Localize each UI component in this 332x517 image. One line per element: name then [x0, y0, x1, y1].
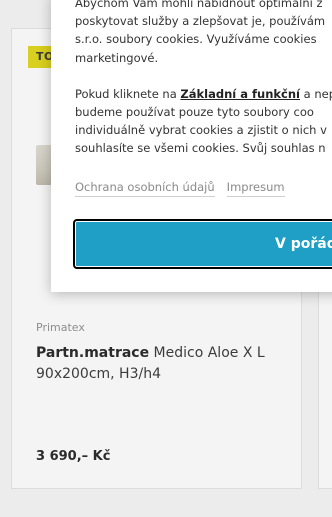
cookie-line: budeme používat pouze tyto soubory coo	[75, 105, 314, 120]
cookie-line: Abychom Vám mohli nabídnout optimální z	[75, 0, 323, 10]
cookie-links: Ochrana osobních údajů Impresum	[75, 180, 297, 197]
cookie-line: souhlasíte se všemi cookies. Svůj souhla…	[75, 141, 326, 156]
privacy-link[interactable]: Ochrana osobních údajů	[75, 180, 215, 197]
product-brand: Primatex	[36, 321, 85, 334]
cookie-line: individuálně vybrat cookies a zjistit o …	[75, 123, 327, 138]
cookie-line: marketingové.	[75, 50, 159, 65]
product-price: 3 690,– Kč	[36, 449, 111, 464]
product-name-bold: Partn.matrace	[36, 345, 150, 361]
basic-functional-highlight: Základní a funkční	[180, 86, 300, 101]
cookie-line: s.r.o. soubory cookies. Využíváme cookie…	[75, 32, 317, 47]
accept-cookies-button[interactable]: V pořád	[73, 219, 332, 269]
imprint-link[interactable]: Impresum	[226, 180, 285, 197]
cookie-line: poskytovat služby a zlepšovat je, použív…	[75, 14, 326, 29]
page: TOP Primatex Partn.matrace Medico Aloe X…	[0, 0, 332, 517]
cookie-text: Abychom Vám mohli nabídnout optimální z …	[75, 0, 332, 158]
cookie-text-suffix: a nep	[303, 86, 332, 101]
cookie-consent-dialog: Abychom Vám mohli nabídnout optimální z …	[51, 0, 332, 292]
product-name[interactable]: Partn.matrace Medico Aloe X L 90x200cm, …	[36, 343, 288, 385]
cookie-text-prefix: Pokud kliknete na	[75, 86, 181, 101]
cookie-line: Pokud kliknete na Základní a funkční a n…	[75, 85, 332, 103]
